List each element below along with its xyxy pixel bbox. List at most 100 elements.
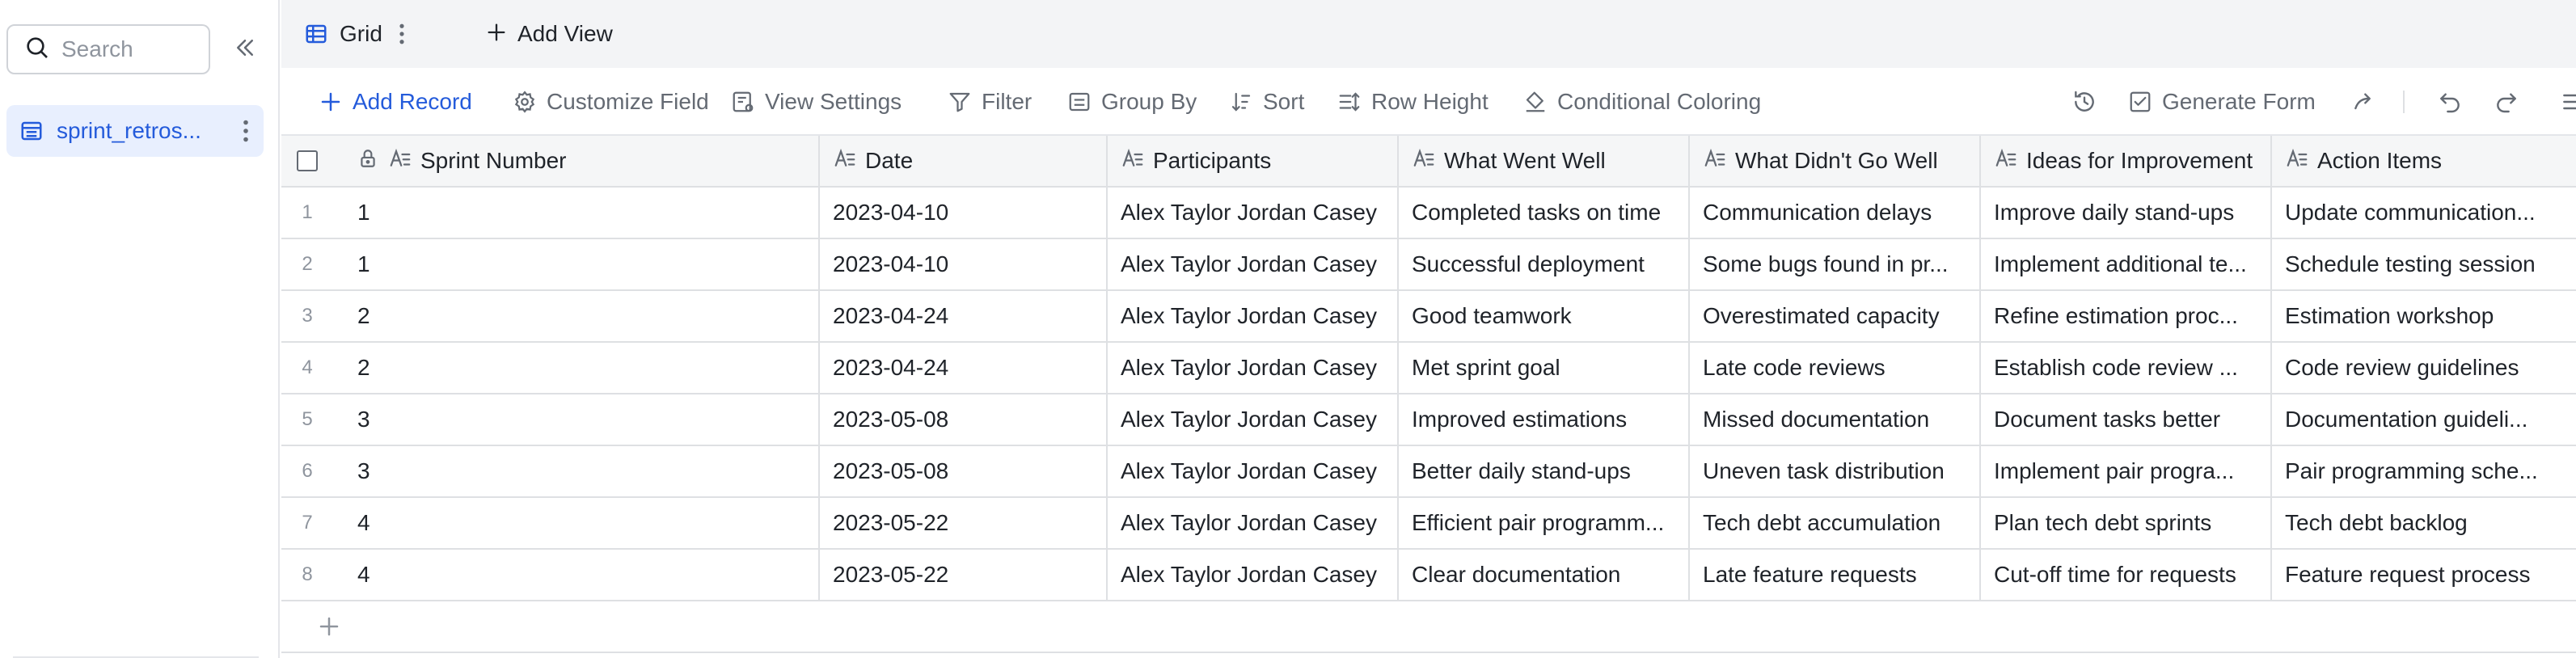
cell-participants[interactable]: Alex Taylor Jordan Casey xyxy=(1108,550,1399,600)
cell-action-items[interactable]: Update communication... xyxy=(2272,188,2576,238)
table-row[interactable]: 1 1 2023-04-10 Alex Taylor Jordan Casey Comp… xyxy=(281,188,2576,239)
column-header-ideas-for-improvement[interactable]: Ideas for Improvement xyxy=(1981,136,2272,186)
redo-button[interactable] xyxy=(2492,87,2521,116)
column-header-what-didnt-go-well[interactable]: What Didn't Go Well xyxy=(1690,136,1981,186)
add-row-button[interactable] xyxy=(281,601,2576,653)
cell-what-didnt-go-well[interactable]: Communication delays xyxy=(1690,188,1981,238)
cell-sprint-number[interactable]: 4 xyxy=(333,498,820,548)
cell-action-items[interactable]: Feature request process xyxy=(2272,550,2576,600)
cell-sprint-number[interactable]: 1 xyxy=(333,239,820,289)
filter-button[interactable]: Filter xyxy=(948,68,1032,136)
view-settings-button[interactable]: View Settings xyxy=(731,68,902,136)
cell-date[interactable]: 2023-05-08 xyxy=(820,446,1108,496)
cell-what-went-well[interactable]: Good teamwork xyxy=(1399,291,1690,341)
cell-what-didnt-go-well[interactable]: Overestimated capacity xyxy=(1690,291,1981,341)
cell-what-didnt-go-well[interactable]: Some bugs found in pr... xyxy=(1690,239,1981,289)
cell-participants[interactable]: Alex Taylor Jordan Casey xyxy=(1108,239,1399,289)
cell-what-went-well[interactable]: Efficient pair programm... xyxy=(1399,498,1690,548)
cell-what-didnt-go-well[interactable]: Uneven task distribution xyxy=(1690,446,1981,496)
cell-action-items[interactable]: Pair programming sche... xyxy=(2272,446,2576,496)
sort-button[interactable]: Sort xyxy=(1229,68,1304,136)
cell-action-items[interactable]: Estimation workshop xyxy=(2272,291,2576,341)
cell-sprint-number[interactable]: 1 xyxy=(333,188,820,238)
cell-date[interactable]: 2023-05-08 xyxy=(820,394,1108,445)
search-box[interactable] xyxy=(6,24,210,74)
column-header-what-went-well[interactable]: What Went Well xyxy=(1399,136,1690,186)
tab-grid[interactable]: Grid xyxy=(304,0,464,68)
cell-date[interactable]: 2023-04-24 xyxy=(820,291,1108,341)
cell-action-items[interactable]: Schedule testing session xyxy=(2272,239,2576,289)
cell-ideas-for-improvement[interactable]: Improve daily stand-ups xyxy=(1981,188,2272,238)
column-header-participants[interactable]: Participants xyxy=(1108,136,1399,186)
cell-sprint-number[interactable]: 4 xyxy=(333,550,820,600)
cell-participants[interactable]: Alex Taylor Jordan Casey xyxy=(1108,394,1399,445)
column-header-label: Sprint Number xyxy=(420,148,567,173)
more-vertical-icon[interactable] xyxy=(399,23,405,44)
search-input[interactable] xyxy=(61,36,207,62)
cell-participants[interactable]: Alex Taylor Jordan Casey xyxy=(1108,446,1399,496)
cell-ideas-for-improvement[interactable]: Refine estimation proc... xyxy=(1981,291,2272,341)
cell-what-went-well[interactable]: Improved estimations xyxy=(1399,394,1690,445)
cell-what-didnt-go-well[interactable]: Tech debt accumulation xyxy=(1690,498,1981,548)
group-by-button[interactable]: Group By xyxy=(1067,68,1197,136)
cell-action-items[interactable]: Documentation guideli... xyxy=(2272,394,2576,445)
cell-sprint-number[interactable]: 2 xyxy=(333,291,820,341)
cell-what-went-well[interactable]: Successful deployment xyxy=(1399,239,1690,289)
collapse-sidebar-button[interactable] xyxy=(228,32,262,66)
cell-date[interactable]: 2023-05-22 xyxy=(820,498,1108,548)
cell-ideas-for-improvement[interactable]: Implement pair progra... xyxy=(1981,446,2272,496)
cell-what-didnt-go-well[interactable]: Missed documentation xyxy=(1690,394,1981,445)
column-header-sprint-number[interactable]: Sprint Number xyxy=(333,136,820,186)
cell-ideas-for-improvement[interactable]: Implement additional te... xyxy=(1981,239,2272,289)
cell-what-didnt-go-well[interactable]: Late code reviews xyxy=(1690,343,1981,393)
view-tabbar: Grid Add View xyxy=(281,0,2576,68)
column-header-action-items[interactable]: Action Items xyxy=(2272,136,2576,186)
more-vertical-icon[interactable] xyxy=(243,120,249,142)
table-row[interactable]: 5 3 2023-05-08 Alex Taylor Jordan Casey Impr… xyxy=(281,394,2576,446)
undo-button[interactable] xyxy=(2435,87,2464,116)
select-all-checkbox[interactable] xyxy=(297,150,318,171)
table-row[interactable]: 3 2 2023-04-24 Alex Taylor Jordan Casey Good… xyxy=(281,291,2576,343)
conditional-coloring-button[interactable]: Conditional Coloring xyxy=(1523,68,1761,136)
cell-ideas-for-improvement[interactable]: Document tasks better xyxy=(1981,394,2272,445)
cell-participants[interactable]: Alex Taylor Jordan Casey xyxy=(1108,291,1399,341)
cell-sprint-number[interactable]: 2 xyxy=(333,343,820,393)
more-options-button[interactable] xyxy=(2558,87,2576,116)
sidebar-item-sprint-retros[interactable]: sprint_retros... xyxy=(6,105,264,157)
history-button[interactable] xyxy=(2070,87,2099,116)
add-view-button[interactable]: Add View xyxy=(485,0,613,68)
table-row[interactable]: 8 4 2023-05-22 Alex Taylor Jordan Casey Clea… xyxy=(281,550,2576,601)
cell-what-went-well[interactable]: Completed tasks on time xyxy=(1399,188,1690,238)
cell-action-items[interactable]: Code review guidelines xyxy=(2272,343,2576,393)
cell-participants[interactable]: Alex Taylor Jordan Casey xyxy=(1108,498,1399,548)
cell-what-went-well[interactable]: Better daily stand-ups xyxy=(1399,446,1690,496)
select-all-cell[interactable] xyxy=(281,136,333,186)
cell-what-went-well[interactable]: Clear documentation xyxy=(1399,550,1690,600)
grid-view-icon xyxy=(304,22,328,46)
share-button[interactable] xyxy=(2350,87,2379,116)
add-record-button[interactable]: Add Record xyxy=(319,68,472,136)
row-height-button[interactable]: Row Height xyxy=(1337,68,1489,136)
cell-date[interactable]: 2023-05-22 xyxy=(820,550,1108,600)
table-row[interactable]: 2 1 2023-04-10 Alex Taylor Jordan Casey Succ… xyxy=(281,239,2576,291)
generate-form-button[interactable]: Generate Form xyxy=(2128,68,2316,136)
cell-participants[interactable]: Alex Taylor Jordan Casey xyxy=(1108,188,1399,238)
cell-what-went-well[interactable]: Met sprint goal xyxy=(1399,343,1690,393)
cell-date[interactable]: 2023-04-10 xyxy=(820,188,1108,238)
cell-date[interactable]: 2023-04-10 xyxy=(820,239,1108,289)
group-by-icon xyxy=(1067,90,1101,114)
cell-sprint-number[interactable]: 3 xyxy=(333,446,820,496)
cell-participants[interactable]: Alex Taylor Jordan Casey xyxy=(1108,343,1399,393)
table-row[interactable]: 6 3 2023-05-08 Alex Taylor Jordan Casey Bett… xyxy=(281,446,2576,498)
cell-action-items[interactable]: Tech debt backlog xyxy=(2272,498,2576,548)
cell-ideas-for-improvement[interactable]: Cut-off time for requests xyxy=(1981,550,2272,600)
cell-sprint-number[interactable]: 3 xyxy=(333,394,820,445)
cell-date[interactable]: 2023-04-24 xyxy=(820,343,1108,393)
table-row[interactable]: 4 2 2023-04-24 Alex Taylor Jordan Casey Met … xyxy=(281,343,2576,394)
cell-what-didnt-go-well[interactable]: Late feature requests xyxy=(1690,550,1981,600)
cell-ideas-for-improvement[interactable]: Plan tech debt sprints xyxy=(1981,498,2272,548)
column-header-date[interactable]: Date xyxy=(820,136,1108,186)
customize-field-button[interactable]: Customize Field xyxy=(513,68,709,136)
cell-ideas-for-improvement[interactable]: Establish code review ... xyxy=(1981,343,2272,393)
table-row[interactable]: 7 4 2023-05-22 Alex Taylor Jordan Casey Effi… xyxy=(281,498,2576,550)
